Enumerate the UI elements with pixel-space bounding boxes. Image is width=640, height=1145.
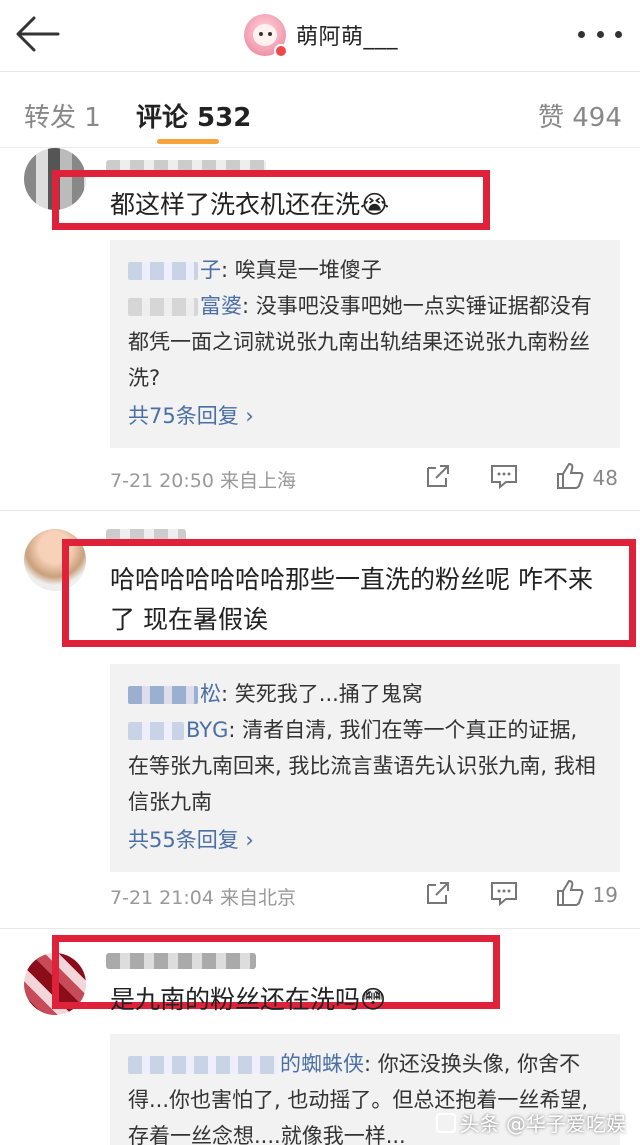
comment-meta: 7-21 21:04 来自北京 19: [110, 877, 620, 913]
comment-text: 哈哈哈哈哈哈哈那些一直洗的粉丝呢 咋不来了 现在暑假诶: [110, 565, 593, 634]
reply-author[interactable]: 松: [200, 682, 221, 706]
verified-badge-icon: [274, 44, 288, 58]
reply-author[interactable]: 子: [200, 258, 221, 282]
tab-reposts[interactable]: 转发 1: [24, 97, 101, 134]
thumbs-up-icon[interactable]: [554, 877, 586, 909]
more-replies-link[interactable]: 共75条回复 ›: [128, 398, 602, 434]
comment-time: 7-21 20:50 来自上海: [110, 470, 296, 492]
avatar[interactable]: [244, 14, 288, 58]
reply-item: BYG: 清者自清, 我们在等一个真正的证据, 在等张九南回来, 我比流言蜚语先…: [128, 718, 596, 814]
thumbs-up-icon[interactable]: [554, 460, 586, 492]
post-author[interactable]: 萌阿萌___: [244, 12, 398, 58]
reply-item: 松: 笑死我了...捅了鬼窝: [128, 676, 602, 712]
tab-comments[interactable]: 评论 532: [136, 97, 251, 134]
share-icon[interactable]: [422, 877, 454, 909]
watermark-text: 头条 @华子爱吃娱: [459, 1112, 626, 1136]
top-bar: 萌阿萌___: [0, 0, 640, 72]
reply-author[interactable]: BYG: [186, 718, 228, 742]
comment-icon[interactable]: [488, 460, 520, 492]
like-count: 19: [592, 883, 618, 907]
more-button[interactable]: [578, 20, 622, 48]
tab-bar: 转发 1 评论 532 赞 494: [0, 73, 640, 148]
active-tab-indicator: [157, 139, 219, 144]
like-count: 48: [592, 466, 618, 490]
more-dots-icon: [578, 30, 585, 38]
reply-item: 子: 唉真是一堆傻子: [128, 252, 602, 288]
reply-author[interactable]: 富婆: [200, 294, 242, 318]
reply-text: 唉真是一堆傻子: [234, 258, 382, 282]
back-button[interactable]: [14, 14, 64, 54]
comment-icon[interactable]: [488, 877, 520, 909]
reply-item: 富婆: 没事吧没事吧她一点实锤证据都没有都凭一面之词就说张九南出轨结果还说张九南…: [128, 294, 592, 390]
reply-preview[interactable]: 子: 唉真是一堆傻子 富婆: 没事吧没事吧她一点实锤证据都没有都凭一面之词就说张…: [110, 240, 620, 448]
divider: [0, 510, 640, 511]
comment-meta: 7-21 20:50 来自上海 48: [110, 460, 620, 496]
reply-text: 笑死我了...捅了鬼窝: [234, 682, 423, 706]
more-replies-link[interactable]: 共55条回复 ›: [128, 822, 602, 858]
divider: [0, 928, 640, 929]
page-title: 萌阿萌___: [296, 25, 399, 50]
back-arrow-icon: [16, 16, 60, 52]
reply-author[interactable]: 的蜘蛛侠: [280, 1052, 364, 1076]
comment-text: 都这样了洗衣机还在洗😭: [110, 190, 390, 219]
reply-preview[interactable]: 松: 笑死我了...捅了鬼窝 BYG: 清者自清, 我们在等一个真正的证据, 在…: [110, 664, 620, 872]
watermark: 头条 @华子爱吃娱: [435, 1108, 626, 1137]
toutiao-logo-icon: [435, 1112, 456, 1133]
share-icon[interactable]: [422, 460, 454, 492]
comment-time: 7-21 21:04 来自北京: [110, 887, 296, 909]
tab-likes[interactable]: 赞 494: [538, 97, 622, 134]
comment-text: 是九南的粉丝还在洗吗😳: [110, 985, 387, 1014]
